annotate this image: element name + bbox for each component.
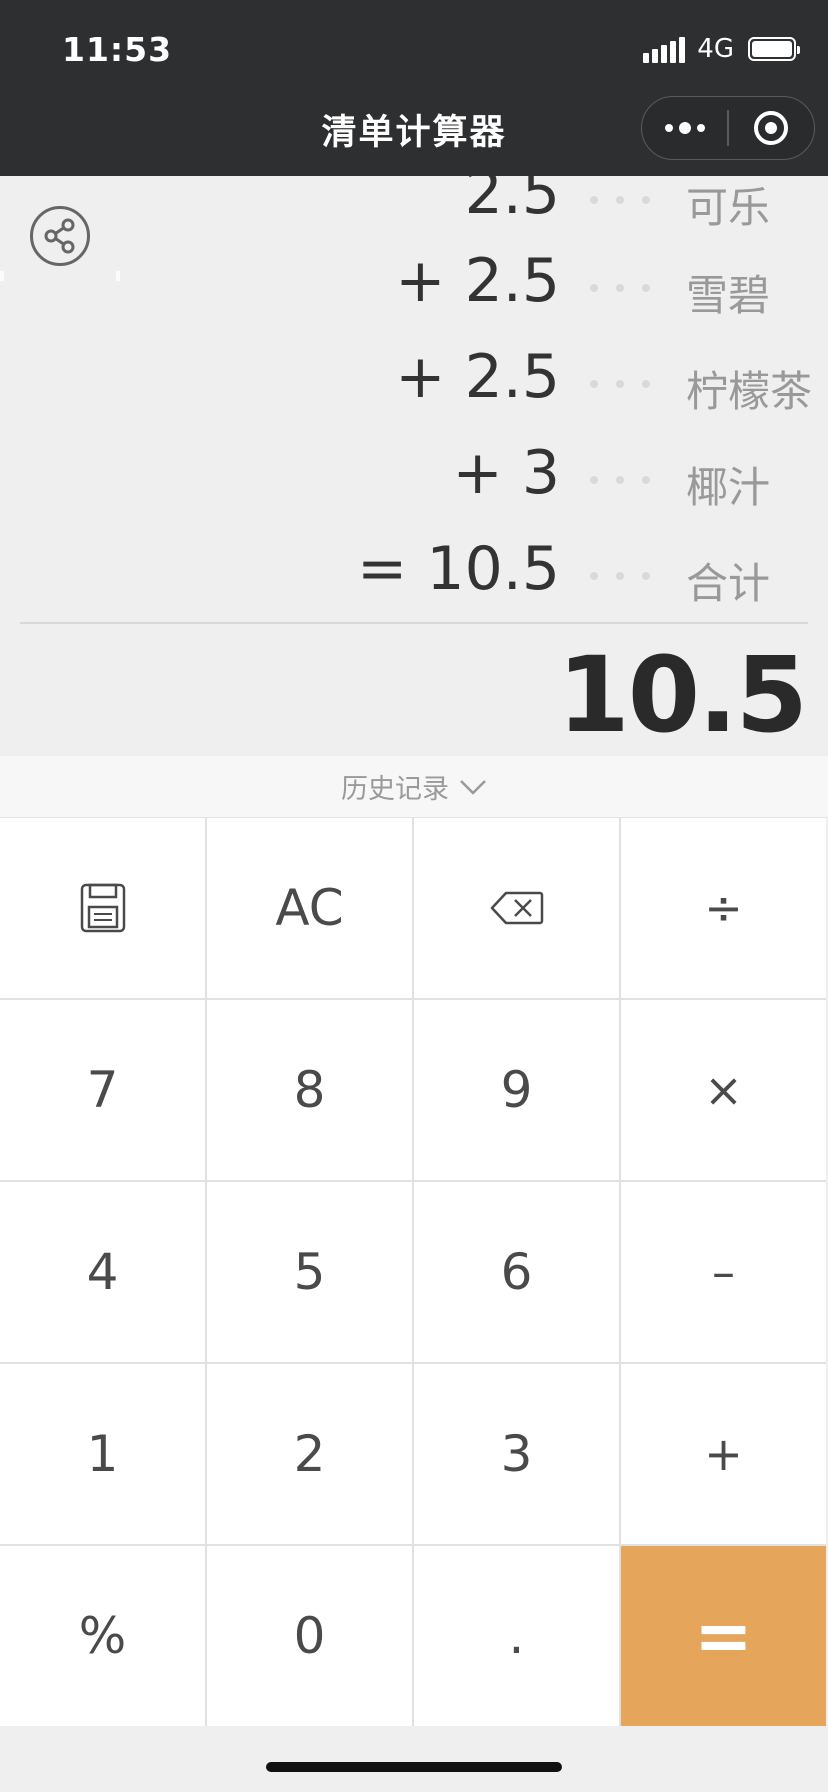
- digit-2-button[interactable]: 2: [207, 1364, 412, 1544]
- mini-program-capsule: [641, 96, 815, 160]
- plus-button[interactable]: +: [621, 1364, 826, 1544]
- digit-9-button[interactable]: 9: [414, 1000, 619, 1180]
- item-label: 椰汁: [686, 463, 771, 512]
- more-button[interactable]: [642, 97, 727, 159]
- digit-8-button[interactable]: 8: [207, 1000, 412, 1180]
- leader-dots: [590, 476, 650, 484]
- status-time: 11:53: [62, 30, 173, 69]
- status-indicators: 4G: [643, 34, 800, 64]
- save-icon: [80, 883, 125, 933]
- list-item: + 2.5 柠檬茶: [0, 332, 828, 428]
- divide-button[interactable]: ÷: [621, 818, 826, 998]
- multiply-button[interactable]: ×: [621, 1000, 826, 1180]
- list-item: + 3 椰汁: [0, 428, 828, 524]
- item-expression: 2.5: [464, 176, 560, 228]
- ac-button[interactable]: AC: [207, 818, 412, 998]
- decimal-button[interactable]: .: [414, 1546, 619, 1726]
- leader-dots: [590, 380, 650, 388]
- digit-6-button[interactable]: 6: [414, 1182, 619, 1362]
- result-value: 10.5: [557, 634, 808, 756]
- home-indicator: [266, 1762, 562, 1772]
- divider: [20, 622, 808, 624]
- item-expression: + 2.5: [395, 342, 560, 412]
- backspace-icon: [490, 891, 543, 925]
- list-item: = 10.5 合计: [0, 524, 828, 620]
- minus-button[interactable]: –: [621, 1182, 826, 1362]
- digit-5-button[interactable]: 5: [207, 1182, 412, 1362]
- digit-7-button[interactable]: 7: [0, 1000, 205, 1180]
- item-label: 柠檬茶: [686, 367, 813, 416]
- digit-1-button[interactable]: 1: [0, 1364, 205, 1544]
- battery-icon: [748, 37, 800, 61]
- item-label: 合计: [686, 559, 771, 608]
- leader-dots: [590, 572, 650, 580]
- digit-0-button[interactable]: 0: [207, 1546, 412, 1726]
- share-button[interactable]: [30, 206, 90, 266]
- close-mini-program-button[interactable]: [729, 97, 814, 159]
- calculation-display: 2.5 可乐 + 2.5 雪碧 + 2.5 柠檬茶 + 3 椰汁 = 10.5 …: [0, 176, 828, 756]
- bottom-safe-area: [0, 1726, 828, 1792]
- percent-button[interactable]: %: [0, 1546, 205, 1726]
- item-label: 可乐: [686, 183, 771, 232]
- more-dots-icon: [664, 122, 705, 134]
- list-item: 2.5 可乐: [0, 176, 828, 244]
- history-label: 历史记录: [341, 774, 449, 805]
- leader-dots: [590, 196, 650, 204]
- digit-4-button[interactable]: 4: [0, 1182, 205, 1362]
- network-type: 4G: [697, 34, 734, 64]
- equals-button[interactable]: =: [621, 1546, 826, 1726]
- target-icon: [754, 111, 789, 145]
- item-expression: + 2.5: [395, 246, 560, 316]
- top-bar: 11:53 4G 清单计算器: [0, 0, 828, 176]
- item-expression: = 10.5: [357, 534, 560, 604]
- history-toggle[interactable]: 历史记录: [0, 756, 828, 818]
- item-expression: + 3: [452, 438, 560, 508]
- backspace-button[interactable]: [414, 818, 619, 998]
- save-button[interactable]: [0, 818, 205, 998]
- share-icon: [44, 218, 75, 254]
- chevron-down-icon: [460, 779, 486, 795]
- signal-icon: [643, 35, 686, 63]
- leader-dots: [590, 284, 650, 292]
- list-item: + 2.5 雪碧: [0, 236, 828, 332]
- keypad: AC ÷ 7 8 9 × 4 5 6 – 1 2 3 + % 0 . =: [0, 818, 826, 1726]
- digit-3-button[interactable]: 3: [414, 1364, 619, 1544]
- item-label: 雪碧: [686, 271, 771, 320]
